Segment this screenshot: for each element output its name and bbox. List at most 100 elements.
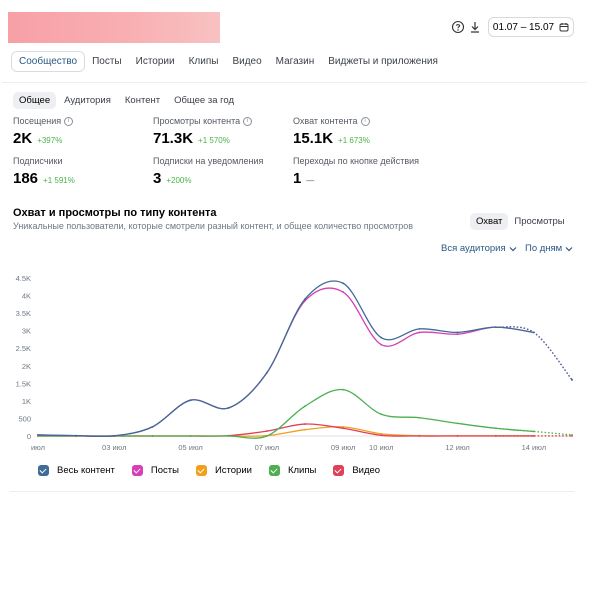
metric-delta: +1 673% [338,136,370,145]
x-tick-label: 09 июл [331,443,355,452]
help-icon[interactable] [451,20,465,34]
checkbox-icon [333,465,345,476]
metric-delta: +1 591% [43,176,75,185]
legend-item[interactable]: Видео [333,465,380,476]
chevron-down-icon [565,246,573,251]
x-tick-label: 07 июл [255,443,279,452]
series-line [37,280,534,438]
y-tick-label: 0 [27,432,31,441]
date-range-label: 01.07 – 15.07 [492,21,555,33]
metric-label: Охват контента [293,116,358,126]
chart-title: Охват и просмотры по типу контента [13,207,217,219]
info-icon[interactable]: i [360,116,370,126]
checkbox-icon [131,465,143,476]
info-icon[interactable]: i [64,116,74,126]
data-point [571,434,573,436]
toggle-views[interactable]: Просмотры [508,213,570,230]
checkbox-icon [38,465,49,476]
tab-clips[interactable]: Клипы [182,52,226,71]
y-tick-label: 1K [22,397,31,406]
legend-item[interactable]: Истории [195,465,252,476]
series-forecast-line [495,326,573,381]
community-name-redacted [8,12,220,43]
tab-video[interactable]: Видео [225,52,268,71]
data-point [342,282,345,285]
date-range-button[interactable]: 01.07 – 15.07 [488,17,574,37]
tab-posts[interactable]: Посты [85,52,129,71]
period-dropdown-label: По дням [525,243,563,254]
y-tick-label: 4.5K [16,274,31,283]
subtab-general[interactable]: Общее [13,91,57,109]
audience-dropdown[interactable]: Вся аудитория [441,243,517,254]
y-tick-label: 4K [22,292,31,301]
audience-dropdown-label: Вся аудитория [441,243,506,254]
metric-content-reach: Охват контента i 15.1K +1 673% [293,116,370,147]
legend-item[interactable]: Весь контент [38,465,115,476]
data-point [265,371,268,374]
tab-community[interactable]: Сообщество [11,50,86,72]
y-tick-label: 3K [22,327,31,336]
data-point [532,430,535,433]
toggle-reach[interactable]: Охват [470,212,509,230]
subtab-content[interactable]: Контент [119,92,166,109]
data-point [113,434,116,437]
chart-legend: Весь контент Посты Истории Клипы Видео [38,465,397,476]
tab-shop[interactable]: Магазин [269,52,322,71]
data-point [494,326,497,329]
legend-item[interactable]: Посты [131,465,179,476]
metric-label: Подписчики [13,156,63,166]
metric-delta: +397% [37,136,63,145]
data-point [456,331,459,334]
data-point [456,422,459,425]
data-point [227,435,230,437]
top-tabs: Сообщество Посты Истории Клипы Видео Маг… [11,50,445,72]
series-line [37,423,534,437]
data-point [304,428,306,431]
legend-label: Весь контент [57,465,115,476]
data-point [532,435,535,437]
subtab-year[interactable]: Общее за год [168,92,240,109]
metric-delta: +200% [166,176,192,185]
data-point [418,435,421,437]
data-point [189,435,192,437]
x-tick-label: 12 июл [445,443,469,452]
data-point [265,430,268,432]
data-point [151,435,154,437]
data-point [380,413,383,416]
metric-subscribers: Подписчики 186 +1 591% [13,156,75,187]
metric-value: 2K [13,130,33,147]
reach-views-toggle: Охват Просмотры [470,211,571,231]
metric-value: 71.3K [153,130,194,147]
subtab-audience[interactable]: Аудитория [58,92,117,109]
metric-delta: — [306,176,315,185]
checkbox-icon [268,465,280,476]
metric-label: Посещения [13,116,62,126]
y-tick-label: 2.5K [16,344,31,353]
data-point [37,434,39,436]
chart-subtitle: Уникальные пользователи, которые смотрел… [13,221,414,231]
reach-line-chart[interactable]: 0 500 1K 1.5K 2K 2.5K 3K 3.5K 4K 4.5K июл 03 июл 05… [0,260,590,460]
data-point [456,435,459,437]
tab-widgets[interactable]: Виджеты и приложения [321,52,445,71]
period-dropdown[interactable]: По дням [525,243,573,254]
download-icon[interactable] [468,20,482,34]
data-point [265,435,268,437]
legend-label: Истории [214,465,252,476]
tab-stories[interactable]: Истории [129,52,182,71]
sub-tabs: Общее Аудитория Контент Общее за год [13,91,242,109]
data-point [75,434,78,437]
legend-item[interactable]: Клипы [268,465,317,476]
metric-value: 3 [153,170,162,187]
y-tick-label: 500 [18,414,31,423]
data-point [418,416,421,419]
data-point [304,423,306,425]
data-point [227,407,230,409]
legend-label: Клипы [287,465,317,476]
x-tick-label: июл [31,443,45,452]
metric-content-views: Просмотры контента i 71.3K +1 570% [153,116,253,147]
calendar-icon [559,23,569,32]
metric-label: Просмотры контента [153,116,241,126]
data-point [380,343,383,346]
metric-delta: +1 570% [198,136,230,145]
info-icon[interactable]: i [243,116,253,126]
